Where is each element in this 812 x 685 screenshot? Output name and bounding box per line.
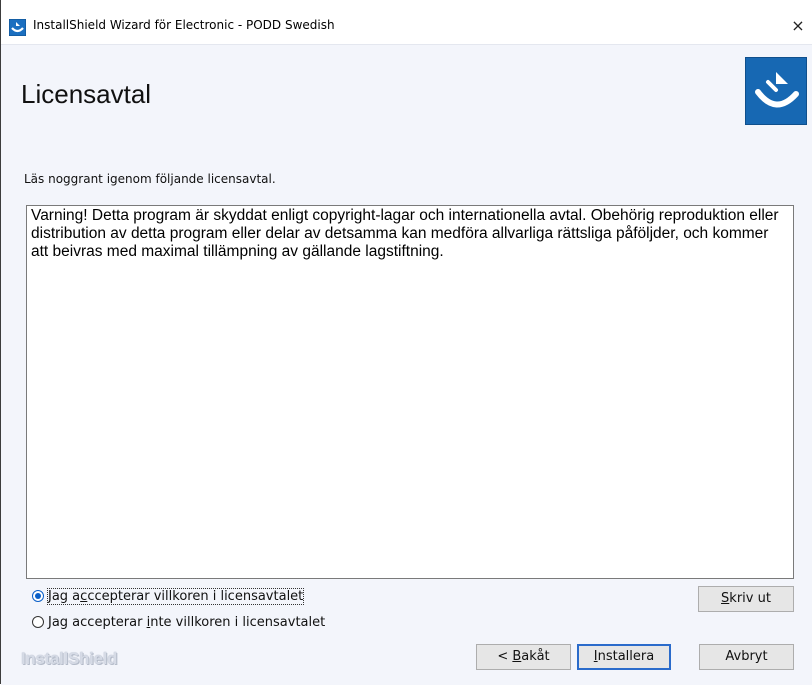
license-text: Varning! Detta program är skyddat enligt… — [31, 207, 779, 260]
accept-license-label: Jag acccepterar villkoren i licensavtale… — [46, 587, 305, 605]
title-bar[interactable]: InstallShield Wizard för Electronic - PO… — [1, 0, 812, 44]
close-button[interactable]: × — [784, 12, 812, 40]
installshield-logo-icon — [745, 57, 807, 125]
radio-selected-icon — [32, 590, 44, 602]
wizard-panel: Licensavtal Läs noggrant igenom följande… — [1, 44, 812, 685]
page-title: Licensavtal — [21, 79, 152, 109]
license-text-box[interactable]: Varning! Detta program är skyddat enligt… — [26, 205, 794, 579]
print-button[interactable]: Skriv ut — [698, 586, 794, 612]
decline-license-label: Jag accepterar inte villkoren i licensav… — [48, 614, 326, 630]
installshield-brand-text: InstallShield — [21, 649, 118, 668]
decline-license-radio[interactable]: Jag accepterar inte villkoren i licensav… — [32, 613, 325, 631]
installer-window: InstallShield Wizard för Electronic - PO… — [0, 0, 812, 685]
accept-license-radio[interactable]: Jag acccepterar villkoren i licensavtale… — [32, 587, 305, 605]
close-icon: × — [791, 16, 805, 35]
instruction-text: Läs noggrant igenom följande licensavtal… — [24, 172, 276, 186]
window-title: InstallShield Wizard för Electronic - PO… — [33, 18, 335, 32]
back-button[interactable]: < Bakåt — [476, 644, 571, 670]
radio-unselected-icon — [32, 616, 44, 628]
install-button[interactable]: Installera — [577, 644, 671, 670]
cancel-button[interactable]: Avbryt — [699, 644, 794, 670]
installshield-app-icon — [9, 19, 26, 36]
